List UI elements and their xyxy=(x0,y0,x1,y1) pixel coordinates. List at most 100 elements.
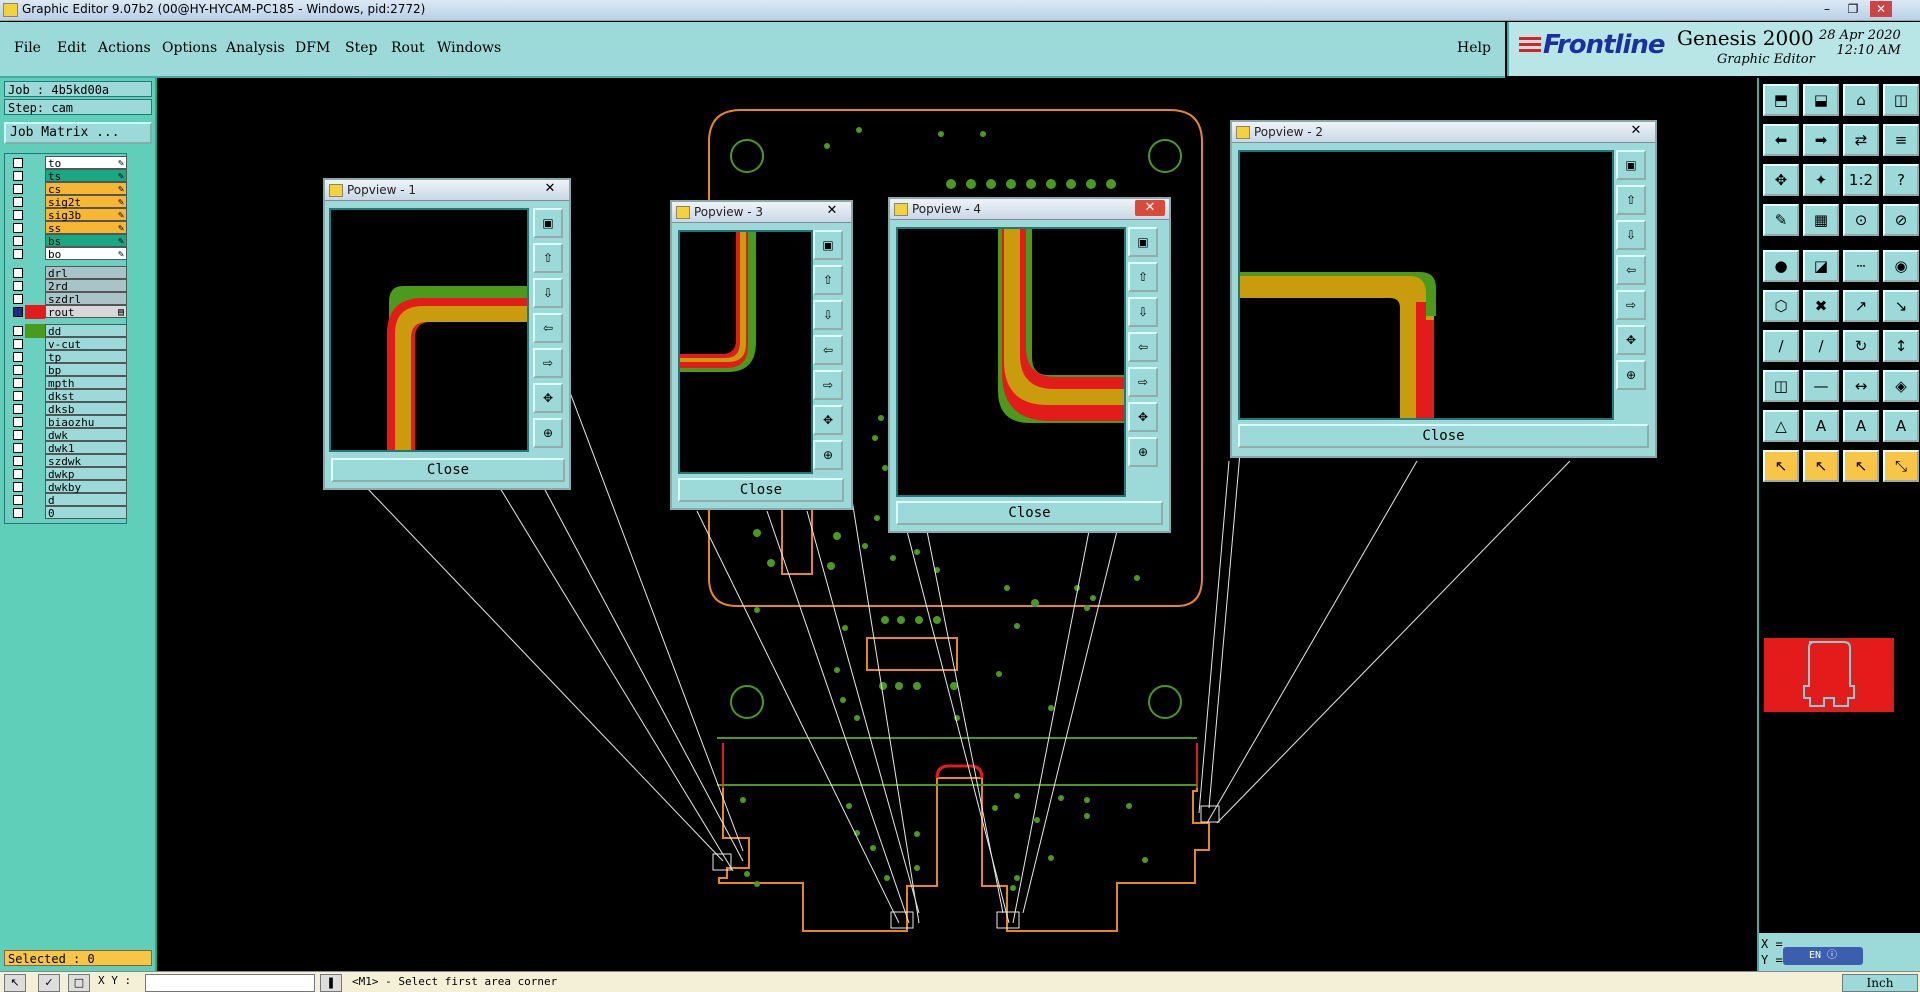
zoom-out-icon[interactable]: ✥ xyxy=(1616,325,1646,355)
layer-edit-icon[interactable]: ✎ xyxy=(118,248,124,261)
window-tool-icon[interactable]: □ xyxy=(68,974,90,992)
layer-name[interactable]: to ✎ xyxy=(45,156,127,170)
fit-view-icon[interactable]: ▣ xyxy=(533,208,563,238)
layer-name[interactable]: ss ✎ xyxy=(45,221,127,235)
menu-step[interactable]: Step xyxy=(345,40,377,56)
layer-checkbox[interactable] xyxy=(13,236,23,246)
popview-1-window[interactable]: Popview - 1 ✕ ▣ ⇧ ⇩ ⇦ ⇨ ✥ ⊕ Close xyxy=(323,178,571,490)
zoom-in-icon[interactable]: ⊕ xyxy=(533,418,563,448)
pan-up-icon[interactable]: ⇧ xyxy=(813,265,843,295)
minimize-icon[interactable]: – xyxy=(1816,1,1838,17)
layer-checkbox[interactable] xyxy=(13,268,23,278)
layer-name[interactable]: biaozhu xyxy=(45,415,127,429)
pan-left-tool-icon[interactable]: ⬅ xyxy=(1763,124,1799,156)
line-style-icon[interactable]: ┄ xyxy=(1843,250,1879,282)
layer-row-ss[interactable]: ss ✎ xyxy=(7,221,127,235)
layer-row-d[interactable]: d xyxy=(7,493,127,507)
fit-view-icon[interactable]: ▣ xyxy=(1616,150,1646,180)
fit-view-icon[interactable]: ▣ xyxy=(813,230,843,260)
zoom-window-icon[interactable]: ⬓ xyxy=(1803,84,1839,116)
pan-down-icon[interactable]: ⇩ xyxy=(1616,220,1646,250)
layer-checkbox[interactable] xyxy=(13,210,23,220)
layer-checkbox[interactable] xyxy=(13,171,23,181)
popview-1-close-button[interactable]: Close xyxy=(331,458,565,482)
layer-name[interactable]: dwkby xyxy=(45,480,127,494)
layer-checkbox[interactable] xyxy=(13,404,23,414)
node-icon[interactable]: ⬡ xyxy=(1763,290,1799,322)
layer-color-swatch[interactable] xyxy=(25,467,45,481)
layer-name[interactable]: d xyxy=(45,493,127,507)
circle-icon[interactable]: ◉ xyxy=(1883,250,1919,282)
layer-row-rout[interactable]: rout ▤ xyxy=(7,305,127,319)
pan-down-icon[interactable]: ⇩ xyxy=(533,278,563,308)
pan-left-icon[interactable]: ⇦ xyxy=(1128,332,1158,362)
menu-help[interactable]: Help xyxy=(1457,40,1491,56)
layer-checkbox[interactable] xyxy=(13,365,23,375)
layer-name[interactable]: szdwk xyxy=(45,454,127,468)
layer-row-dwk1[interactable]: dwk1 xyxy=(7,441,127,455)
layer-checkbox[interactable] xyxy=(13,508,23,518)
language-bar[interactable]: EN ⓘ xyxy=(1783,947,1863,965)
layer-checkbox[interactable] xyxy=(13,495,23,505)
layer-color-swatch[interactable] xyxy=(25,279,45,293)
popview-2-close-button[interactable]: Close xyxy=(1238,424,1649,448)
text-bold-icon[interactable]: A xyxy=(1843,410,1879,442)
layers-icon[interactable]: ≡ xyxy=(1883,124,1919,156)
layer-color-swatch[interactable] xyxy=(25,428,45,442)
pan-up-icon[interactable]: ⇧ xyxy=(533,243,563,273)
popview-1-titlebar[interactable]: Popview - 1 ✕ xyxy=(325,180,569,201)
layer-row-biaozhu[interactable]: biaozhu xyxy=(7,415,127,429)
popview-3-close-icon[interactable]: ✕ xyxy=(817,203,847,219)
layer-name[interactable]: tp xyxy=(45,350,127,364)
popview-4-window[interactable]: Popview - 4 ✕ ▣ ⇧ ⇩ ⇦ ⇨ ✥ ⊕ Close xyxy=(888,197,1171,533)
layer-name[interactable]: dwk1 xyxy=(45,441,127,455)
layer-checkbox[interactable] xyxy=(13,482,23,492)
layer-name[interactable]: sig2t ✎ xyxy=(45,195,127,209)
layer-row-dksb[interactable]: dksb xyxy=(7,402,127,416)
layer-color-swatch[interactable] xyxy=(25,441,45,455)
layer-color-swatch[interactable] xyxy=(25,292,45,306)
layer-checkbox[interactable] xyxy=(13,281,23,291)
layer-name[interactable]: drl xyxy=(45,266,127,280)
layer-checkbox[interactable] xyxy=(13,430,23,440)
zoom-out-icon[interactable]: ✥ xyxy=(1128,402,1158,432)
line-icon[interactable]: ∕ xyxy=(1763,330,1799,362)
pointer-snap-icon[interactable]: ↖ xyxy=(1843,450,1879,482)
layer-row-to[interactable]: to ✎ xyxy=(7,156,127,170)
scale-icon[interactable]: 1:2 xyxy=(1843,164,1879,196)
layer-color-swatch[interactable] xyxy=(25,208,45,222)
box-select-icon[interactable]: ◫ xyxy=(1763,370,1799,402)
zoom-in-icon[interactable]: ⊕ xyxy=(1128,437,1158,467)
popview-4-titlebar[interactable]: Popview - 4 ✕ xyxy=(890,199,1169,220)
layer-name[interactable]: rout ▤ xyxy=(45,305,127,319)
layer-name[interactable]: dkst xyxy=(45,389,127,403)
pad-add-icon[interactable]: ● xyxy=(1763,250,1799,282)
pan-right-tool-icon[interactable]: ➡ xyxy=(1803,124,1839,156)
zoom-in-icon[interactable]: ⊕ xyxy=(1616,360,1646,390)
popview-2-titlebar[interactable]: Popview - 2 ✕ xyxy=(1232,122,1655,143)
arrow-tool-icon[interactable]: ↖ xyxy=(4,974,26,992)
layer-checkbox[interactable] xyxy=(13,223,23,233)
pan-right-icon[interactable]: ⇨ xyxy=(813,370,843,400)
menu-options[interactable]: Options xyxy=(162,40,217,56)
layer-name[interactable]: dksb xyxy=(45,402,127,416)
zoom-in-icon[interactable]: ⊕ xyxy=(813,440,843,470)
layer-row-v-cut[interactable]: v-cut xyxy=(7,337,127,351)
layer-row-2rd[interactable]: 2rd xyxy=(7,279,127,293)
layer-row-bp[interactable]: bp xyxy=(7,363,127,377)
layer-row-dd[interactable]: dd xyxy=(7,324,127,338)
layer-name[interactable]: sig3b ✎ xyxy=(45,208,127,222)
pointer-multi-icon[interactable]: ⤡ xyxy=(1883,450,1919,482)
layer-checkbox[interactable] xyxy=(13,417,23,427)
layer-row-dwkp[interactable]: dwkp xyxy=(7,467,127,481)
layer-color-swatch[interactable] xyxy=(25,389,45,403)
zoom-in-tool-icon[interactable]: ✥ xyxy=(1763,164,1799,196)
overview-minimap[interactable] xyxy=(1764,638,1894,712)
job-matrix-button[interactable]: Job Matrix ... xyxy=(4,122,152,144)
menu-actions[interactable]: Actions xyxy=(98,40,151,56)
layer-color-swatch[interactable] xyxy=(25,363,45,377)
layer-color-swatch[interactable] xyxy=(25,169,45,183)
layer-row-szdrl[interactable]: szdrl xyxy=(7,292,127,306)
menu-edit[interactable]: Edit xyxy=(57,40,86,56)
layer-color-swatch[interactable] xyxy=(25,305,45,319)
